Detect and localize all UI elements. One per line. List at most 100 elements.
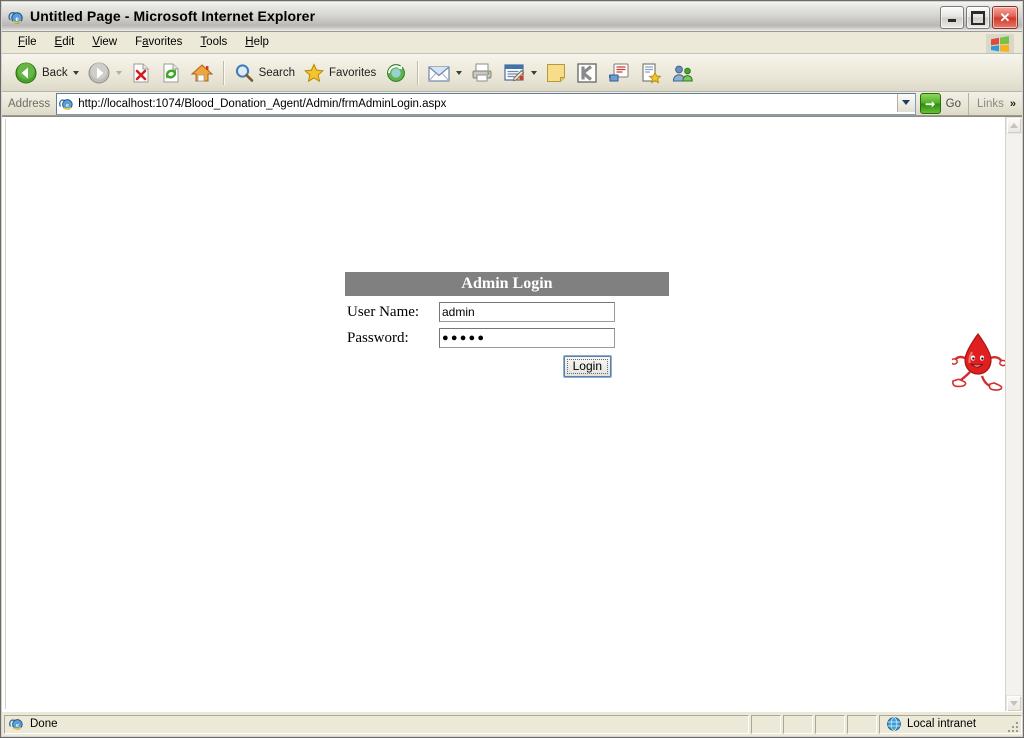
go-label: Go [945, 97, 962, 110]
close-icon: ✕ [999, 10, 1011, 25]
history-icon [387, 63, 406, 82]
form-actions: Login [345, 356, 611, 377]
stop-button[interactable] [126, 57, 156, 89]
forward-arrow-icon [88, 62, 110, 83]
resize-grip-icon[interactable] [1006, 720, 1020, 734]
chevron-double-right-icon[interactable]: » [1010, 98, 1016, 110]
username-label: User Name: [347, 303, 420, 320]
address-dropdown-button[interactable] [896, 93, 915, 112]
refresh-button[interactable] [156, 57, 186, 89]
login-button[interactable]: Login [563, 356, 611, 377]
back-dropdown-icon[interactable] [72, 70, 79, 75]
page-ie-icon: e [59, 98, 73, 110]
maximize-icon [967, 7, 989, 28]
status-text: Done [30, 718, 58, 730]
search-icon [235, 63, 253, 82]
menu-help[interactable]: Help [236, 32, 278, 52]
web-page-content: Admin Login User Name: Password: ●●●●● L… [5, 119, 1006, 709]
edit-button[interactable] [498, 57, 541, 89]
address-url-text: http://localhost:1074/Blood_Donation_Age… [78, 97, 447, 110]
status-pane-4 [847, 714, 877, 734]
discuss-button[interactable] [603, 57, 635, 89]
note-icon [547, 63, 566, 82]
status-pane-3 [815, 714, 845, 734]
menu-tools[interactable]: Tools [191, 32, 236, 52]
forward-dropdown-icon[interactable] [115, 70, 122, 75]
edit-dropdown-icon[interactable] [531, 70, 538, 75]
minimize-button[interactable] [940, 6, 964, 29]
page-title: Admin Login [461, 275, 553, 292]
favorites-label: Favorites [329, 66, 377, 79]
research-icon [642, 62, 662, 83]
go-button[interactable]: ➞ Go [916, 93, 968, 115]
go-arrow-icon: ➞ [919, 93, 941, 114]
stop-icon [133, 63, 149, 82]
title-bar: e Untitled Page - Microsoft Internet Exp… [2, 2, 1022, 32]
toolbar-separator [222, 60, 224, 85]
password-input[interactable]: ●●●●● [439, 328, 615, 348]
blood-drop-mascot-icon [952, 333, 1006, 391]
svg-text:e: e [16, 722, 19, 729]
svg-text:e: e [66, 102, 69, 109]
globe-icon [887, 717, 901, 731]
status-pane-1 [751, 714, 781, 734]
back-label: Back [42, 66, 68, 79]
menu-list: File Edit View Favorites Tools Help [2, 32, 1022, 52]
discuss-icon [609, 63, 629, 81]
browser-viewport: Admin Login User Name: Password: ●●●●● L… [2, 116, 1022, 712]
chevron-up-icon [1010, 123, 1018, 128]
home-icon [190, 63, 213, 81]
messenger-button[interactable] [571, 57, 603, 89]
status-pane-2 [783, 714, 813, 734]
scroll-up-button[interactable] [1006, 117, 1022, 134]
toolbar-separator-2 [417, 60, 419, 85]
scroll-down-button[interactable] [1006, 695, 1022, 712]
vertical-scrollbar[interactable] [1005, 117, 1022, 712]
links-label: Links [977, 97, 1004, 110]
address-input[interactable]: e http://localhost:1074/Blood_Donation_A… [56, 92, 916, 115]
security-zone-pane[interactable]: Local intranet [879, 714, 1022, 734]
star-icon [304, 62, 324, 82]
menu-view[interactable]: View [83, 32, 126, 52]
mail-icon [428, 65, 450, 82]
zone-text: Local intranet [907, 718, 977, 730]
mail-dropdown-icon[interactable] [456, 70, 463, 75]
minimize-icon [941, 7, 963, 28]
address-label: Address [8, 97, 51, 110]
svg-text:e: e [15, 15, 18, 23]
links-bar[interactable]: Links » [968, 92, 1022, 115]
refresh-icon [163, 63, 179, 82]
admin-login-form: Admin Login User Name: Password: ●●●●● L… [345, 272, 1006, 391]
chevron-down-icon [902, 100, 911, 105]
menu-file[interactable]: File [9, 32, 46, 52]
print-button[interactable] [466, 57, 498, 89]
back-arrow-icon [15, 62, 37, 83]
navigation-toolbar: Back Search Favorites [2, 54, 1022, 92]
favorites-button[interactable]: Favorites [299, 57, 380, 89]
search-button[interactable]: Search [229, 57, 299, 89]
history-button[interactable] [380, 57, 412, 89]
home-button[interactable] [186, 57, 218, 89]
status-message-pane: e Done [4, 714, 749, 734]
back-button[interactable]: Back [10, 57, 83, 89]
username-input[interactable] [439, 302, 615, 322]
username-row: User Name: [345, 302, 669, 322]
menu-favorites[interactable]: Favorites [126, 32, 191, 52]
window-controls: ✕ [940, 6, 1018, 29]
notes-button[interactable] [541, 57, 571, 89]
people-icon [673, 65, 694, 81]
menu-bar: File Edit View Favorites Tools Help [2, 32, 1022, 54]
mail-button[interactable] [423, 57, 466, 89]
ie-logo-icon: e [8, 12, 23, 24]
research-button[interactable] [635, 57, 667, 89]
ie-status-icon: e [9, 719, 23, 730]
edit-page-icon [504, 63, 525, 81]
maximize-button[interactable] [966, 6, 990, 29]
chevron-down-icon [1010, 701, 1018, 706]
window-title: Untitled Page - Microsoft Internet Explo… [30, 8, 316, 24]
menu-edit[interactable]: Edit [46, 32, 84, 52]
form-heading-bar: Admin Login [345, 272, 669, 296]
close-button[interactable]: ✕ [992, 6, 1018, 29]
people-button[interactable] [667, 57, 699, 89]
forward-button[interactable] [83, 57, 126, 89]
